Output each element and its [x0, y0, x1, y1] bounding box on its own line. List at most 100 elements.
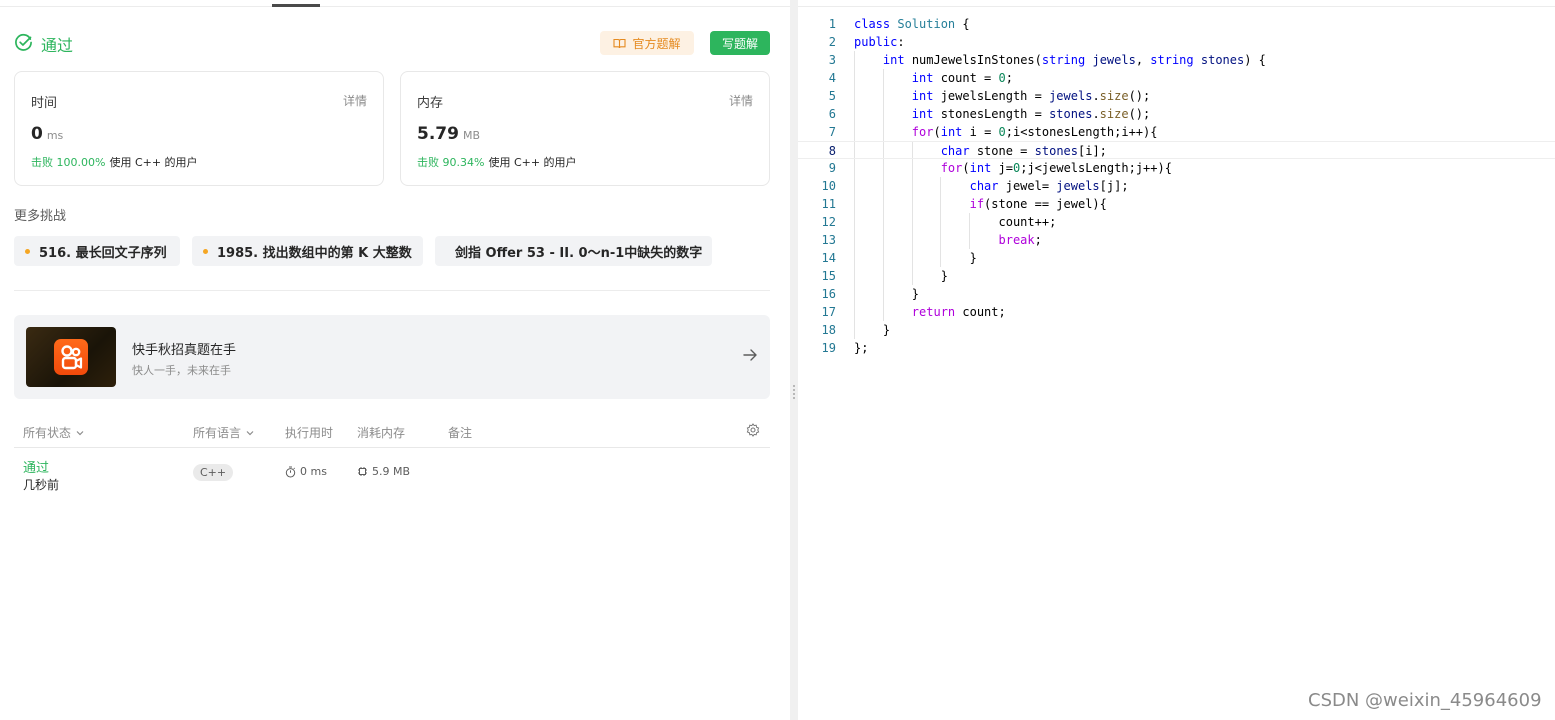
code-line[interactable]: 16 } — [798, 285, 1555, 303]
code-line[interactable]: 10 char jewel= jewels[j]; — [798, 177, 1555, 195]
submission-time-ago: 几秒前 — [23, 478, 60, 492]
line-number: 4 — [828, 71, 836, 85]
code-text[interactable]: break; — [854, 231, 1042, 249]
code-text[interactable]: } — [854, 267, 948, 285]
stopwatch-icon — [285, 466, 296, 477]
line-number: 9 — [828, 161, 836, 175]
code-text[interactable]: } — [854, 321, 890, 339]
code-text[interactable]: char stone = stones[i]; — [854, 142, 1107, 160]
arrow-right-icon — [743, 349, 757, 361]
runtime-beat-percent: 击败 100.00% — [31, 156, 106, 169]
code-text[interactable]: class Solution { — [854, 15, 970, 33]
submission-memory: 5.9 MB — [357, 465, 410, 478]
result-status: 通过 — [41, 36, 74, 55]
code-line[interactable]: 12 count++; — [798, 213, 1555, 231]
code-line[interactable]: 8 char stone = stones[i]; — [798, 141, 1555, 159]
code-line[interactable]: 11 if(stone == jewel){ — [798, 195, 1555, 213]
code-pane-divider — [798, 6, 1555, 7]
code-line[interactable]: 7 for(int i = 0;i<stonesLength;i++){ — [798, 123, 1555, 141]
result-pane: 通过 官方题解 写题解 时间 详情 0 ms 击败 100.00% 使用 C++ 的… — [0, 0, 790, 720]
challenge-chip[interactable]: 1985. 找出数组中的第 K 大整数 — [192, 236, 423, 266]
code-text[interactable]: return count; — [854, 303, 1006, 321]
runtime-beat-suffix: 使用 C++ 的用户 — [109, 156, 198, 169]
code-line[interactable]: 18 } — [798, 321, 1555, 339]
code-text[interactable]: } — [854, 249, 977, 267]
language-badge: C++ — [193, 464, 234, 481]
status-filter-label: 所有状态 — [23, 426, 72, 440]
drag-handle-icon — [793, 385, 795, 401]
memory-beat-suffix: 使用 C++ 的用户 — [488, 156, 577, 169]
code-text[interactable]: char jewel= jewels[j]; — [854, 177, 1129, 195]
code-line[interactable]: 5 int jewelsLength = jewels.size(); — [798, 87, 1555, 105]
language-filter[interactable]: 所有语言 — [193, 424, 255, 441]
code-pane: 1 class Solution {2 public: 3 int numJewels… — [798, 0, 1555, 720]
pane-splitter[interactable] — [790, 0, 798, 720]
official-solution-label: 官方题解 — [632, 36, 681, 51]
code-text[interactable]: if(stone == jewel){ — [854, 195, 1107, 213]
code-text[interactable]: int count = 0; — [854, 69, 1013, 87]
line-number: 10 — [821, 179, 836, 193]
code-text[interactable]: int jewelsLength = jewels.size(); — [854, 87, 1150, 105]
challenge-label: 516. 最长回文子序列 — [39, 245, 167, 261]
code-line[interactable]: 15 } — [798, 267, 1555, 285]
memory-detail-link[interactable]: 详情 — [729, 92, 753, 109]
app-root: 通过 官方题解 写题解 时间 详情 0 ms 击败 100.00% 使用 C++ 的… — [0, 0, 1555, 720]
line-number: 13 — [821, 233, 836, 247]
watermark: CSDN @weixin_45964609 — [1308, 690, 1542, 711]
code-text[interactable]: }; — [854, 339, 868, 357]
promo-title: 快手秋招真题在手 — [132, 343, 237, 358]
code-line[interactable]: 13 break; — [798, 231, 1555, 249]
submission-runtime: 0 ms — [285, 465, 327, 478]
code-text[interactable]: public: — [854, 33, 905, 51]
code-text[interactable]: int numJewelsInStones(string jewels, str… — [854, 51, 1266, 69]
code-text[interactable]: count++; — [854, 213, 1056, 231]
active-tab-indicator — [272, 4, 320, 7]
challenge-chip[interactable]: 516. 最长回文子序列 — [14, 236, 180, 266]
promo-banner[interactable]: 快手秋招真题在手 快人一手，未来在手 — [14, 315, 770, 399]
promo-subtitle: 快人一手，未来在手 — [132, 364, 231, 377]
kuaishou-logo-icon — [54, 339, 88, 375]
memory-column-header: 消耗内存 — [357, 426, 406, 440]
book-icon — [613, 38, 627, 48]
code-text[interactable]: for(int i = 0;i<stonesLength;i++){ — [854, 123, 1158, 141]
submissions-header: 所有状态 所有语言 执行用时 消耗内存 备注 — [14, 420, 770, 448]
official-solution-button[interactable]: 官方题解 — [600, 31, 694, 55]
code-line[interactable]: 6 int stonesLength = stones.size(); — [798, 105, 1555, 123]
code-text[interactable]: int stonesLength = stones.size(); — [854, 105, 1150, 123]
code-line[interactable]: 1 class Solution { — [798, 15, 1555, 33]
code-editor[interactable]: 1 class Solution {2 public: 3 int numJewels… — [798, 15, 1555, 365]
difficulty-dot — [203, 248, 208, 254]
memory-value: 5.79 — [417, 124, 459, 144]
runtime-value-row: 0 ms — [31, 124, 63, 144]
runtime-column-header: 执行用时 — [285, 426, 334, 440]
table-row[interactable]: 通过 几秒前 C++ 0 ms 5.9 MB — [14, 455, 770, 495]
submission-memory-value: 5.9 MB — [372, 465, 411, 478]
line-number: 8 — [828, 144, 836, 158]
code-line[interactable]: 14 } — [798, 249, 1555, 267]
more-challenges-title: 更多挑战 — [14, 209, 67, 224]
gear-icon[interactable] — [746, 423, 760, 437]
code-line[interactable]: 9 for(int j=0;j<jewelsLength;j++){ — [798, 159, 1555, 177]
code-text[interactable]: for(int j=0;j<jewelsLength;j++){ — [854, 159, 1172, 177]
language-filter-label: 所有语言 — [193, 426, 242, 440]
challenge-chip[interactable]: 剑指 Offer 53 - II. 0～n-1中缺失的数字 — [435, 236, 712, 266]
memory-beat: 击败 90.34% 使用 C++ 的用户 — [417, 154, 577, 170]
line-number: 12 — [821, 215, 836, 229]
line-number: 16 — [821, 287, 836, 301]
memory-title: 内存 — [417, 96, 444, 111]
code-line[interactable]: 17 return count; — [798, 303, 1555, 321]
line-number: 18 — [821, 323, 836, 337]
code-text[interactable]: } — [854, 285, 919, 303]
runtime-detail-link[interactable]: 详情 — [343, 92, 367, 109]
code-line[interactable]: 3 int numJewelsInStones(string jewels, s… — [798, 51, 1555, 69]
line-number: 19 — [821, 341, 836, 355]
status-filter[interactable]: 所有状态 — [23, 424, 85, 441]
line-number: 15 — [821, 269, 836, 283]
code-line[interactable]: 19}; — [798, 339, 1555, 357]
submission-status[interactable]: 通过 — [23, 457, 49, 476]
note-column-header: 备注 — [448, 426, 473, 440]
code-line[interactable]: 2 public: — [798, 33, 1555, 51]
code-line[interactable]: 4 int count = 0; — [798, 69, 1555, 87]
section-divider — [14, 290, 770, 291]
write-solution-button[interactable]: 写题解 — [710, 31, 770, 55]
